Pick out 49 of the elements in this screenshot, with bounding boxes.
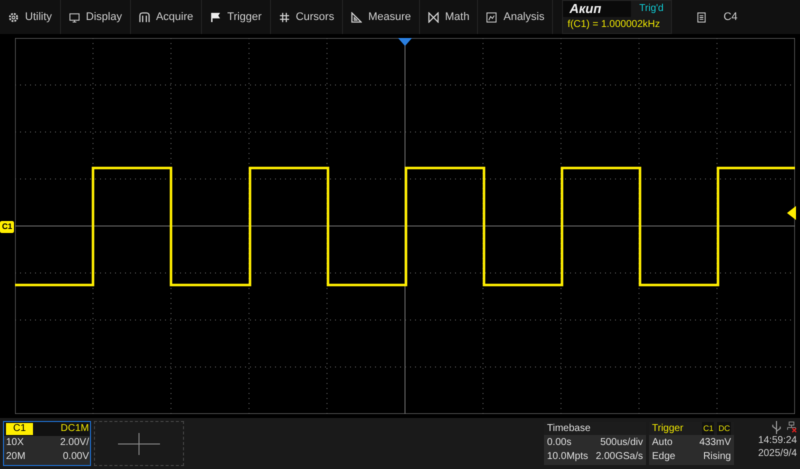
sample-rate: 2.00GSa/s [596, 450, 643, 464]
notes-button[interactable]: C4 [672, 0, 746, 34]
horizontal-delay: 0.00s [547, 436, 572, 450]
menu-button[interactable]: Utility [0, 0, 61, 34]
menu-button[interactable]: Trigger [202, 0, 271, 34]
coupling-label: DC1M [60, 422, 89, 436]
menu-button[interactable]: Math [420, 0, 478, 34]
memory-depth: 10.0Mpts [547, 450, 588, 464]
probe-ratio: 10X [6, 436, 24, 450]
trigger-status: Trig'd [638, 2, 665, 16]
brand-logo: Акип [563, 1, 632, 17]
menu-button[interactable]: Cursors [270, 0, 344, 34]
trigger-source: C1 [702, 422, 714, 435]
channel-label: C1 [6, 423, 33, 435]
monitor-icon [68, 12, 80, 22]
clock-time: 14:59:24 [758, 434, 797, 447]
gear-icon [8, 12, 19, 22]
trigger-level: 433mV [699, 436, 731, 450]
menu-button[interactable]: Acquire [130, 0, 202, 34]
flag-icon [210, 12, 222, 22]
network-disconnected-icon [786, 421, 797, 434]
usb-icon [771, 421, 782, 434]
trigger-mode: Auto [652, 436, 673, 450]
trigger-level-marker[interactable] [787, 206, 796, 220]
trigger-panel[interactable]: Trigger C1 DC Auto 433mV Edge Rising [649, 422, 734, 465]
timebase-panel[interactable]: Timebase 0.00s 500us/div 10.0Mpts 2.00GSa/s [544, 422, 646, 465]
menu-button[interactable]: Analysis [478, 0, 554, 34]
trigger-slope: Rising [703, 450, 731, 464]
plus-icon [118, 432, 160, 454]
trigger-coupling: DC [717, 422, 731, 435]
clipboard-icon [696, 12, 708, 22]
trigger-title: Trigger [652, 422, 684, 435]
bowtie-icon [428, 12, 440, 22]
menu-button[interactable]: Display [60, 0, 131, 34]
grid-hash-icon [278, 12, 290, 22]
timebase-title: Timebase [547, 422, 591, 435]
channel-panel[interactable]: C1 DC1M 10X 2.00V/ 20M 0.00V [3, 421, 91, 466]
frequency-readout: f(C1) = 1.000002kHz [566, 18, 662, 32]
horizontal-scale: 500us/div [600, 436, 643, 450]
menu-button[interactable]: Measure [343, 0, 420, 34]
arches-icon [138, 12, 150, 22]
clock-date: 2025/9/4 [758, 447, 797, 460]
trigger-type: Edge [652, 450, 676, 464]
channel-marker[interactable]: C1 [0, 221, 14, 233]
vertical-offset: 0.00V [62, 450, 89, 464]
chart-frame-icon [486, 12, 498, 22]
bandwidth-limit: 20M [6, 450, 26, 464]
trigger-position-marker[interactable] [398, 38, 412, 46]
vertical-scale: 2.00V/ [60, 436, 89, 450]
